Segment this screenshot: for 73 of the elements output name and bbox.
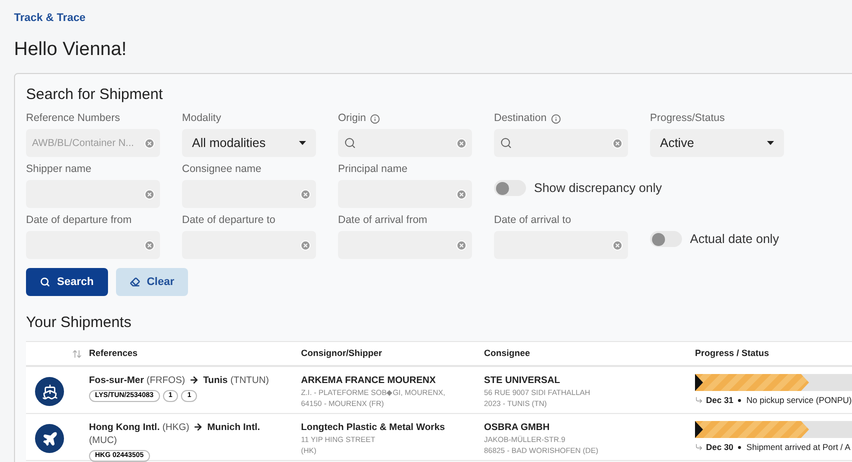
clear-icon[interactable] <box>300 189 311 200</box>
route-text: Hong Kong Intl. (HKG) Munich Intl. (MUC) <box>89 421 262 447</box>
input-field[interactable] <box>494 231 628 259</box>
field-label: Date of arrival to <box>494 212 572 228</box>
status-date: Dec 30 <box>706 441 734 454</box>
start-marker-icon <box>695 421 703 438</box>
clear-icon[interactable] <box>144 189 155 200</box>
input-field[interactable] <box>338 180 472 208</box>
field-label: Destination <box>494 110 547 126</box>
clear-icon[interactable] <box>144 240 155 251</box>
page-heading: Hello Vienna! <box>14 38 127 62</box>
field-label: Shipper name <box>26 162 92 177</box>
select-field[interactable]: All modalities <box>182 129 316 157</box>
section-title: Search for Shipment <box>26 85 163 105</box>
route-text: Fos-sur-Mer (FRFOS) Tunis (TNTUN) <box>89 374 270 387</box>
input-field[interactable] <box>26 180 160 208</box>
field-label: Date of departure from <box>26 212 132 228</box>
clear-icon[interactable] <box>456 138 467 149</box>
status-date: Dec 31 <box>706 394 734 407</box>
return-arrow-icon <box>695 443 703 452</box>
input-field[interactable] <box>338 231 472 259</box>
toggle-switch[interactable] <box>650 231 682 247</box>
return-arrow-icon <box>695 396 703 404</box>
caret-icon <box>767 141 774 145</box>
caret-icon <box>299 141 306 145</box>
field-label: Reference Numbers <box>26 110 120 126</box>
toggle-switch[interactable] <box>494 180 526 196</box>
plane-icon <box>35 424 64 453</box>
field-label: Origin <box>338 110 366 126</box>
search-icon <box>40 277 50 287</box>
toggle-label: Show discrepancy only <box>534 180 662 197</box>
input-field[interactable] <box>338 129 472 157</box>
ship-icon <box>35 377 64 406</box>
input-field[interactable] <box>26 231 160 259</box>
field-label: Date of departure to <box>182 212 276 228</box>
input-field[interactable]: AWB/BL/Container N... <box>26 129 160 157</box>
field-label: Principal name <box>338 162 408 177</box>
field-label: Date of arrival from <box>338 212 428 228</box>
input-field[interactable] <box>182 180 316 208</box>
search-icon <box>344 137 356 149</box>
section-title: Your Shipments <box>26 313 132 333</box>
company-name: OSBRA GMBH <box>484 421 551 434</box>
eraser-icon <box>130 277 140 287</box>
input-field[interactable] <box>494 129 628 157</box>
breadcrumb-link[interactable]: Track & Trace <box>14 11 86 25</box>
column-header: Progress / Status <box>695 346 770 360</box>
select-field[interactable]: Active <box>650 129 784 157</box>
search-button[interactable]: Search <box>26 268 108 296</box>
search-icon <box>500 137 512 149</box>
sort-icon[interactable] <box>72 348 82 358</box>
start-marker-icon <box>695 374 703 391</box>
arrow-icon <box>193 422 204 432</box>
clear-icon[interactable] <box>300 240 311 251</box>
clear-icon[interactable] <box>612 240 623 251</box>
toggle-label: Actual date only <box>690 230 779 248</box>
clear-icon[interactable] <box>456 189 467 200</box>
clear-button[interactable]: Clear <box>116 268 188 296</box>
company-name: STE UNIVERSAL <box>484 374 562 387</box>
field-label: Consignee name <box>182 162 262 177</box>
clear-icon[interactable] <box>144 138 155 149</box>
column-header: Consignor/Shipper <box>301 346 383 360</box>
column-header: References <box>89 346 139 360</box>
company-name: Longtech Plastic & Metal Works <box>301 421 446 434</box>
field-label: Modality <box>182 110 222 126</box>
arrow-icon <box>189 375 200 386</box>
field-label: Progress/Status <box>650 110 725 126</box>
input-field[interactable] <box>182 231 316 259</box>
status-text: Shipment arrived at Port / A <box>746 441 850 454</box>
company-name: ARKEMA FRANCE MOURENX <box>301 374 437 387</box>
clear-icon[interactable] <box>612 138 623 149</box>
clear-icon[interactable] <box>456 240 467 251</box>
status-text: No pickup service (PONPU) <box>746 394 852 407</box>
column-header: Consignee <box>484 346 532 360</box>
